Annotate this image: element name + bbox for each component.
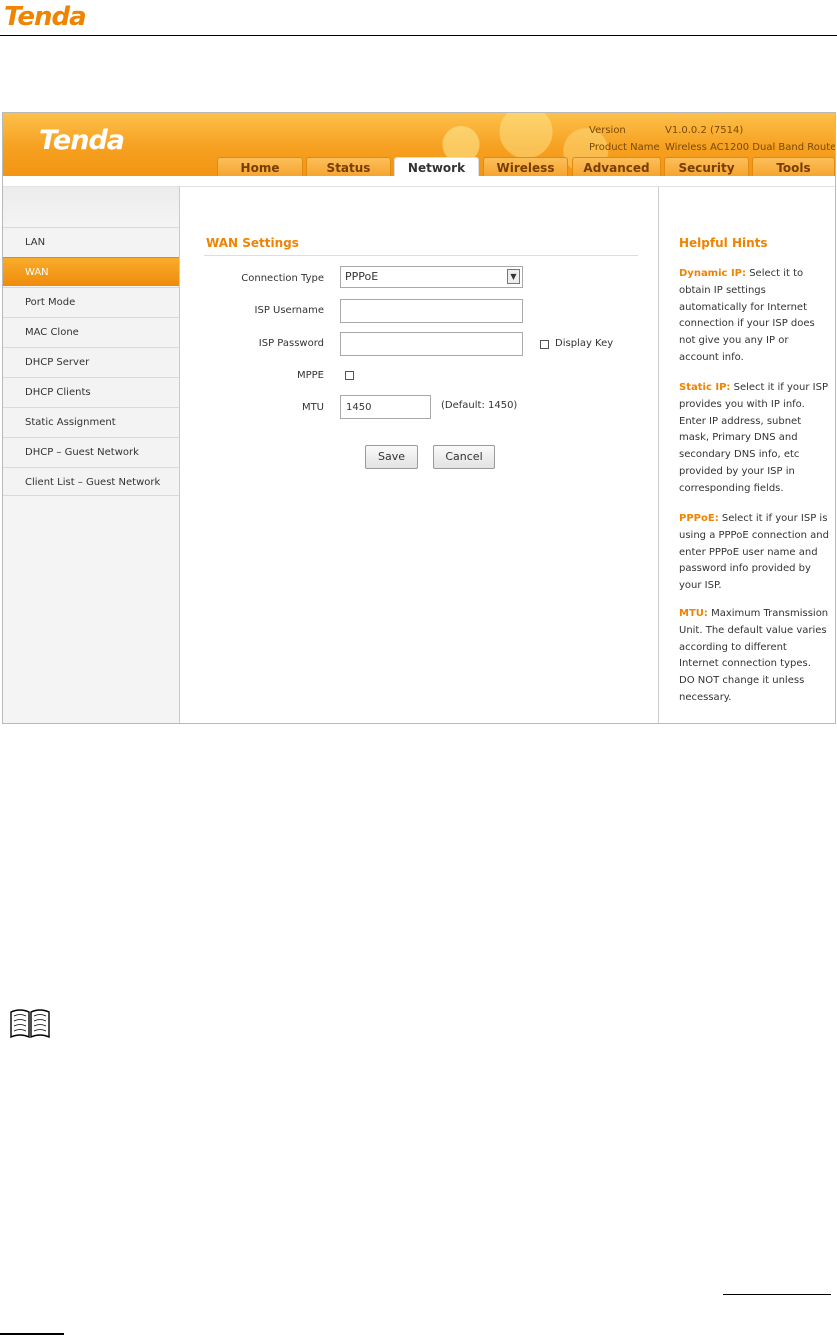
hint-pppoe: PPPoE: Select it if your ISP is using a … [679, 513, 829, 592]
main-content: WAN Settings Connection Type PPPoE ▼ ISP… [180, 187, 658, 723]
helpful-hints-panel: Helpful Hints Dynamic IP: Select it to o… [658, 187, 835, 723]
tab-security[interactable]: Security [664, 157, 749, 177]
connection-type-value: PPPoE [345, 270, 379, 283]
header-rule [0, 35, 837, 36]
hint-static-ip: Static IP: Select it if your ISP provide… [679, 382, 828, 494]
isp-password-input[interactable] [340, 332, 523, 356]
tenda-logo: Tenda [39, 125, 125, 156]
mppe-checkbox[interactable] [345, 371, 354, 380]
tab-wireless[interactable]: Wireless [483, 157, 568, 177]
isp-username-label: ISP Username [254, 305, 324, 316]
sidebar-item-dhcp-guest[interactable]: DHCP – Guest Network [3, 437, 179, 466]
document-logo: Tenda [4, 2, 87, 32]
sidebar: LAN WAN Port Mode MAC Clone DHCP Server … [3, 187, 180, 723]
sub-bar [3, 176, 835, 187]
footer-rule-right [723, 1294, 831, 1295]
mtu-input[interactable] [340, 395, 431, 419]
tab-tools[interactable]: Tools [752, 157, 835, 177]
version-value: V1.0.0.2 (7514) [665, 125, 744, 136]
sidebar-item-port-mode[interactable]: Port Mode [3, 287, 179, 316]
dropdown-arrow-icon[interactable]: ▼ [507, 269, 520, 284]
isp-username-input[interactable] [340, 299, 523, 323]
connection-type-select[interactable]: PPPoE ▼ [340, 266, 523, 288]
hint-mtu: MTU: Maximum Transmission Unit. The defa… [679, 608, 829, 703]
sidebar-item-dhcp-server[interactable]: DHCP Server [3, 347, 179, 376]
router-web-ui: Tenda Version V1.0.0.2 (7514) Product Na… [2, 112, 836, 724]
sidebar-item-dhcp-clients[interactable]: DHCP Clients [3, 377, 179, 406]
mtu-label: MTU [301, 402, 324, 413]
mppe-label: MPPE [296, 370, 324, 381]
tab-home[interactable]: Home [217, 157, 303, 177]
isp-password-label: ISP Password [258, 338, 324, 349]
cancel-button[interactable]: Cancel [433, 445, 495, 469]
tab-network[interactable]: Network [394, 157, 479, 178]
display-key-label: Display Key [555, 338, 614, 349]
tab-advanced[interactable]: Advanced [572, 157, 661, 177]
display-key-checkbox[interactable] [540, 340, 549, 349]
connection-type-label: Connection Type [241, 273, 324, 284]
footer-rule-left [0, 1333, 64, 1335]
sidebar-item-static-assignment[interactable]: Static Assignment [3, 407, 179, 436]
hint-dynamic-ip: Dynamic IP: Select it to obtain IP setti… [679, 268, 815, 363]
hints-title: Helpful Hints [679, 236, 768, 250]
note-book-icon [10, 1009, 50, 1039]
product-name-value: Wireless AC1200 Dual Band Router [665, 142, 836, 153]
section-divider [204, 255, 638, 256]
sidebar-item-mac-clone[interactable]: MAC Clone [3, 317, 179, 346]
sidebar-item-wan[interactable]: WAN [3, 257, 179, 286]
tab-status[interactable]: Status [306, 157, 391, 177]
save-button[interactable]: Save [365, 445, 418, 469]
sidebar-item-client-list-guest[interactable]: Client List – Guest Network [3, 467, 179, 496]
mtu-default-note: (Default: 1450) [441, 400, 518, 411]
sidebar-item-lan[interactable]: LAN [3, 227, 179, 256]
product-name-label: Product Name [589, 142, 660, 153]
top-banner: Tenda Version V1.0.0.2 (7514) Product Na… [3, 113, 836, 178]
version-label: Version [589, 125, 626, 136]
section-title: WAN Settings [206, 236, 299, 250]
